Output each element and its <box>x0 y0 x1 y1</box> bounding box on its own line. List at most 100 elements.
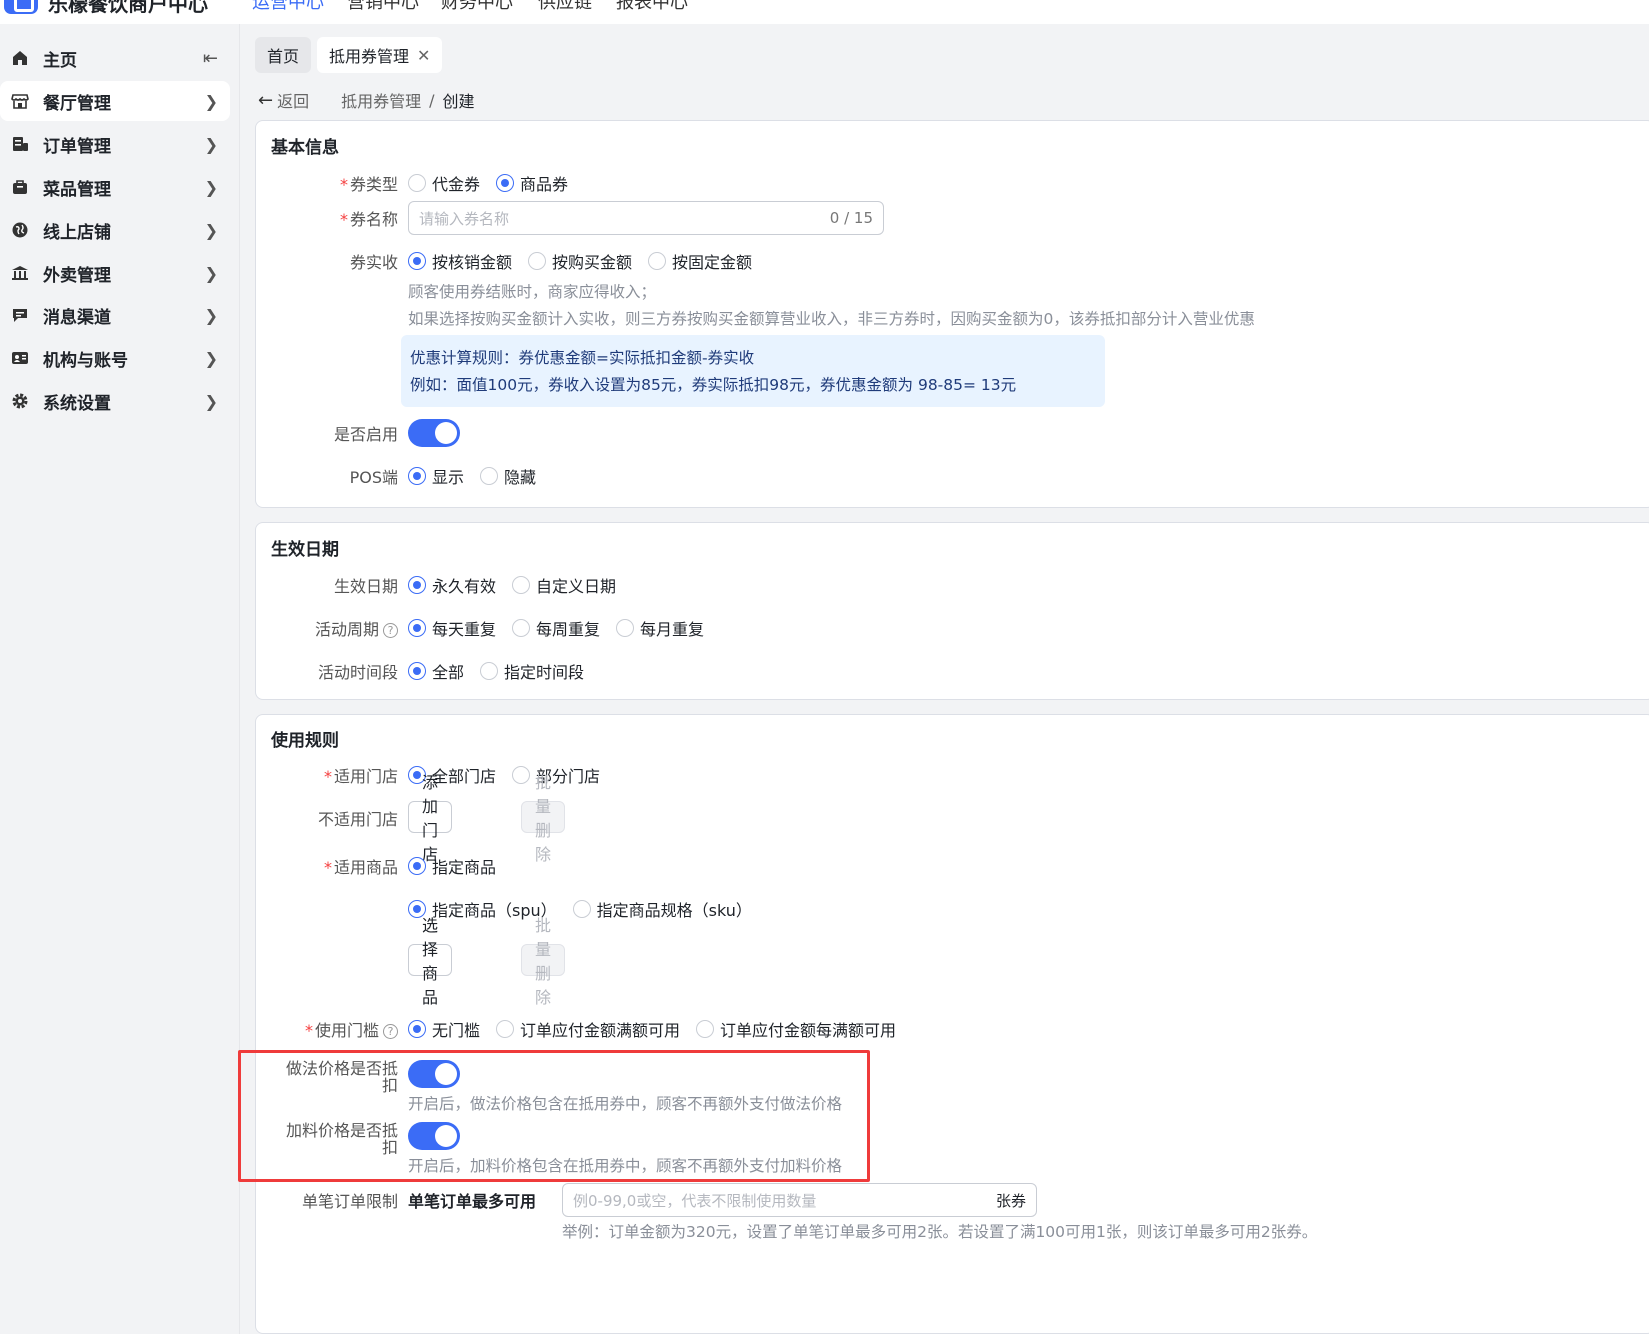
back-button[interactable]: ← 返回 <box>258 88 309 112</box>
radio-all-time[interactable]: 全部 <box>408 659 464 683</box>
close-icon[interactable]: ✕ <box>417 46 430 65</box>
coupon-income-radios: 按核销金额 按购买金额 按固定金额 <box>408 249 752 273</box>
coupon-name-label: * 券名称 <box>339 210 398 229</box>
validity-date-radios: 永久有效 自定义日期 <box>408 573 616 597</box>
arrow-left-icon: ← <box>258 89 274 111</box>
sidebar-item-label: 线上店铺 <box>43 222 111 243</box>
breadcrumb-parent[interactable]: 抵用券管理 <box>341 88 421 112</box>
help-icon: ? <box>383 1024 398 1039</box>
order-limit-unit: 张券 <box>995 1191 1026 1210</box>
section-title-basic: 基本信息 <box>271 138 339 158</box>
excluded-store-label: 不适用门店 <box>317 810 398 829</box>
enable-label: 是否启用 <box>333 425 398 444</box>
sidebar-item-restaurant[interactable]: 餐厅管理 ❯ <box>0 81 230 121</box>
tab-bar: 首页 抵用券管理 ✕ <box>255 37 443 73</box>
applicable-goods-radios: 指定商品 <box>408 854 496 878</box>
gear-icon <box>11 392 29 410</box>
radio-by-redeem-amount[interactable]: 按核销金额 <box>408 249 512 273</box>
radio-weekly[interactable]: 每周重复 <box>512 616 600 640</box>
radio-daily[interactable]: 每天重复 <box>408 616 496 640</box>
order-limit-placeholder: 例0-99,0或空，代表不限制使用数量 <box>573 1191 817 1210</box>
sidebar-item-messages[interactable]: 消息渠道 ❯ <box>0 295 230 335</box>
collapse-left-icon[interactable]: ⇤ <box>203 48 218 69</box>
sidebar-item-online-store[interactable]: 线上店铺 ❯ <box>0 210 230 250</box>
chevron-right-icon: ❯ <box>204 263 218 283</box>
radio-by-fixed-amount[interactable]: 按固定金额 <box>648 249 752 273</box>
sidebar-item-home[interactable]: 主页 ⇤ <box>0 38 230 78</box>
coupon-name-input[interactable]: 请输入券名称 0 / 15 <box>408 201 884 235</box>
radio-permanent[interactable]: 永久有效 <box>408 573 496 597</box>
chevron-right-icon: ❯ <box>204 220 218 240</box>
activity-period-label: 活动时间段 <box>317 663 398 682</box>
batch-delete-goods-button[interactable]: 批量删除 <box>521 916 566 1007</box>
top-nav-item-marketing[interactable]: 营销中心 <box>347 0 419 14</box>
select-goods-button[interactable]: 选择商品 <box>408 916 453 1007</box>
radio-pos-hide[interactable]: 隐藏 <box>480 464 536 488</box>
tab-label: 抵用券管理 <box>329 47 410 66</box>
income-hint-1: 顾客使用券结账时，商家应得收入； <box>408 283 657 301</box>
section-title-validity: 生效日期 <box>271 540 339 560</box>
coupon-type-label: * 券类型 <box>339 175 398 194</box>
breadcrumb-row: ← 返回 抵用券管理 / 创建 <box>258 88 475 112</box>
sidebar-item-accounts[interactable]: 机构与账号 ❯ <box>0 338 230 378</box>
activity-period-radios: 全部 指定时间段 <box>408 659 584 683</box>
radio-by-purchase-amount[interactable]: 按购买金额 <box>528 249 632 273</box>
app-logo-icon <box>4 0 38 14</box>
sidebar-item-takeaway[interactable]: 外卖管理 ❯ <box>0 253 230 293</box>
sidebar-item-label: 系统设置 <box>43 393 111 414</box>
radio-no-threshold[interactable]: 无门槛 <box>408 1017 480 1041</box>
sidebar-item-settings[interactable]: 系统设置 ❯ <box>0 381 230 421</box>
radio-cash-coupon[interactable]: 代金券 <box>408 171 480 195</box>
tab-home[interactable]: 首页 <box>255 37 312 73</box>
sidebar-item-orders[interactable]: 订单管理 ❯ <box>0 124 230 164</box>
radio-specific-time[interactable]: 指定时间段 <box>480 659 584 683</box>
top-nav-item-reports[interactable]: 报表中心 <box>616 0 688 14</box>
basic-info-card: 基本信息 * 券类型 代金券 商品券 * 券名称 请输入券名称 0 / 15 券实收… <box>255 120 1649 508</box>
discount-rule-infobox: 优惠计算规则：券优惠金额=实际抵扣金额-券实收 例如：面值100元，券收入设置为… <box>401 335 1105 407</box>
order-limit-prefix: 单笔订单最多可用 <box>408 1192 537 1211</box>
radio-some-stores[interactable]: 部分门店 <box>512 763 600 787</box>
top-nav-item-ops[interactable]: 运营中心 <box>252 0 324 14</box>
top-nav-item-supply[interactable]: 供应链 <box>538 0 592 14</box>
threshold-radios: 无门槛 订单应付金额满额可用 订单应付金额每满额可用 <box>408 1017 896 1041</box>
breadcrumb-current: 创建 <box>442 92 475 111</box>
globe-icon <box>11 221 29 239</box>
chevron-right-icon: ❯ <box>204 91 218 111</box>
top-nav-item-finance[interactable]: 财务中心 <box>441 0 513 14</box>
breadcrumb-separator: / <box>429 90 435 110</box>
chevron-right-icon: ❯ <box>204 305 218 325</box>
radio-monthly[interactable]: 每月重复 <box>616 616 704 640</box>
section-title-rules: 使用规则 <box>271 731 339 751</box>
radio-sku[interactable]: 指定商品规格（sku） <box>572 897 752 921</box>
pos-radios: 显示 隐藏 <box>408 464 536 488</box>
sidebar-item-dishes[interactable]: 菜品管理 ❯ <box>0 167 230 207</box>
sidebar-item-label: 外卖管理 <box>43 265 111 286</box>
highlight-box <box>238 1050 870 1182</box>
enable-switch[interactable] <box>408 419 460 447</box>
sidebar-item-label: 机构与账号 <box>43 350 128 371</box>
bank-icon <box>11 264 29 282</box>
order-limit-label: 单笔订单限制 <box>301 1192 398 1211</box>
radio-full-amount[interactable]: 订单应付金额满额可用 <box>496 1017 680 1041</box>
radio-specified-goods[interactable]: 指定商品 <box>408 854 496 878</box>
order-limit-input[interactable]: 例0-99,0或空，代表不限制使用数量 张券 <box>562 1183 1037 1217</box>
app-title: 乐檬餐饮商户中心 <box>48 0 208 16</box>
radio-goods-coupon[interactable]: 商品券 <box>496 171 568 195</box>
tab-coupon-management[interactable]: 抵用券管理 ✕ <box>317 37 443 73</box>
add-store-button[interactable]: 添加门店 <box>408 773 453 864</box>
sidebar: 主页 ⇤ 餐厅管理 ❯ 订单管理 ❯ 菜品管理 ❯ 线上店铺 ❯ 外卖管理 ❯ … <box>0 24 240 1334</box>
batch-delete-stores-button[interactable]: 批量删除 <box>521 773 566 864</box>
applicable-goods-label: * 适用商品 <box>323 858 398 877</box>
sidebar-item-label: 订单管理 <box>43 136 111 157</box>
coupon-name-counter: 0 / 15 <box>829 209 873 227</box>
tab-label: 首页 <box>267 47 300 66</box>
radio-every-full-amount[interactable]: 订单应付金额每满额可用 <box>696 1017 896 1041</box>
validity-date-label: 生效日期 <box>333 577 398 596</box>
sidebar-item-label: 餐厅管理 <box>43 93 111 114</box>
radio-pos-show[interactable]: 显示 <box>408 464 464 488</box>
order-limit-hint: 举例：订单金额为320元，设置了单笔订单最多可用2张。若设置了满100可用1张，… <box>562 1223 1318 1241</box>
sidebar-item-label: 菜品管理 <box>43 179 111 200</box>
pos-label: POS端 <box>349 468 398 487</box>
threshold-label: * 使用门槛? <box>218 1017 398 1041</box>
radio-custom-date[interactable]: 自定义日期 <box>512 573 616 597</box>
